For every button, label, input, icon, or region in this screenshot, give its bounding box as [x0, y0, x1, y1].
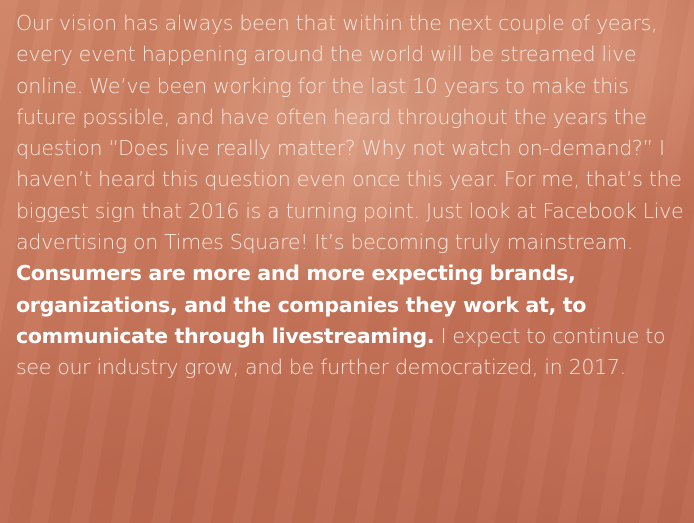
quote-panel: Our vision has always been that within t…: [0, 0, 694, 523]
quote-paragraph: Our vision has always been that within t…: [16, 8, 686, 384]
quote-intro-text: Our vision has always been that within t…: [16, 11, 684, 255]
